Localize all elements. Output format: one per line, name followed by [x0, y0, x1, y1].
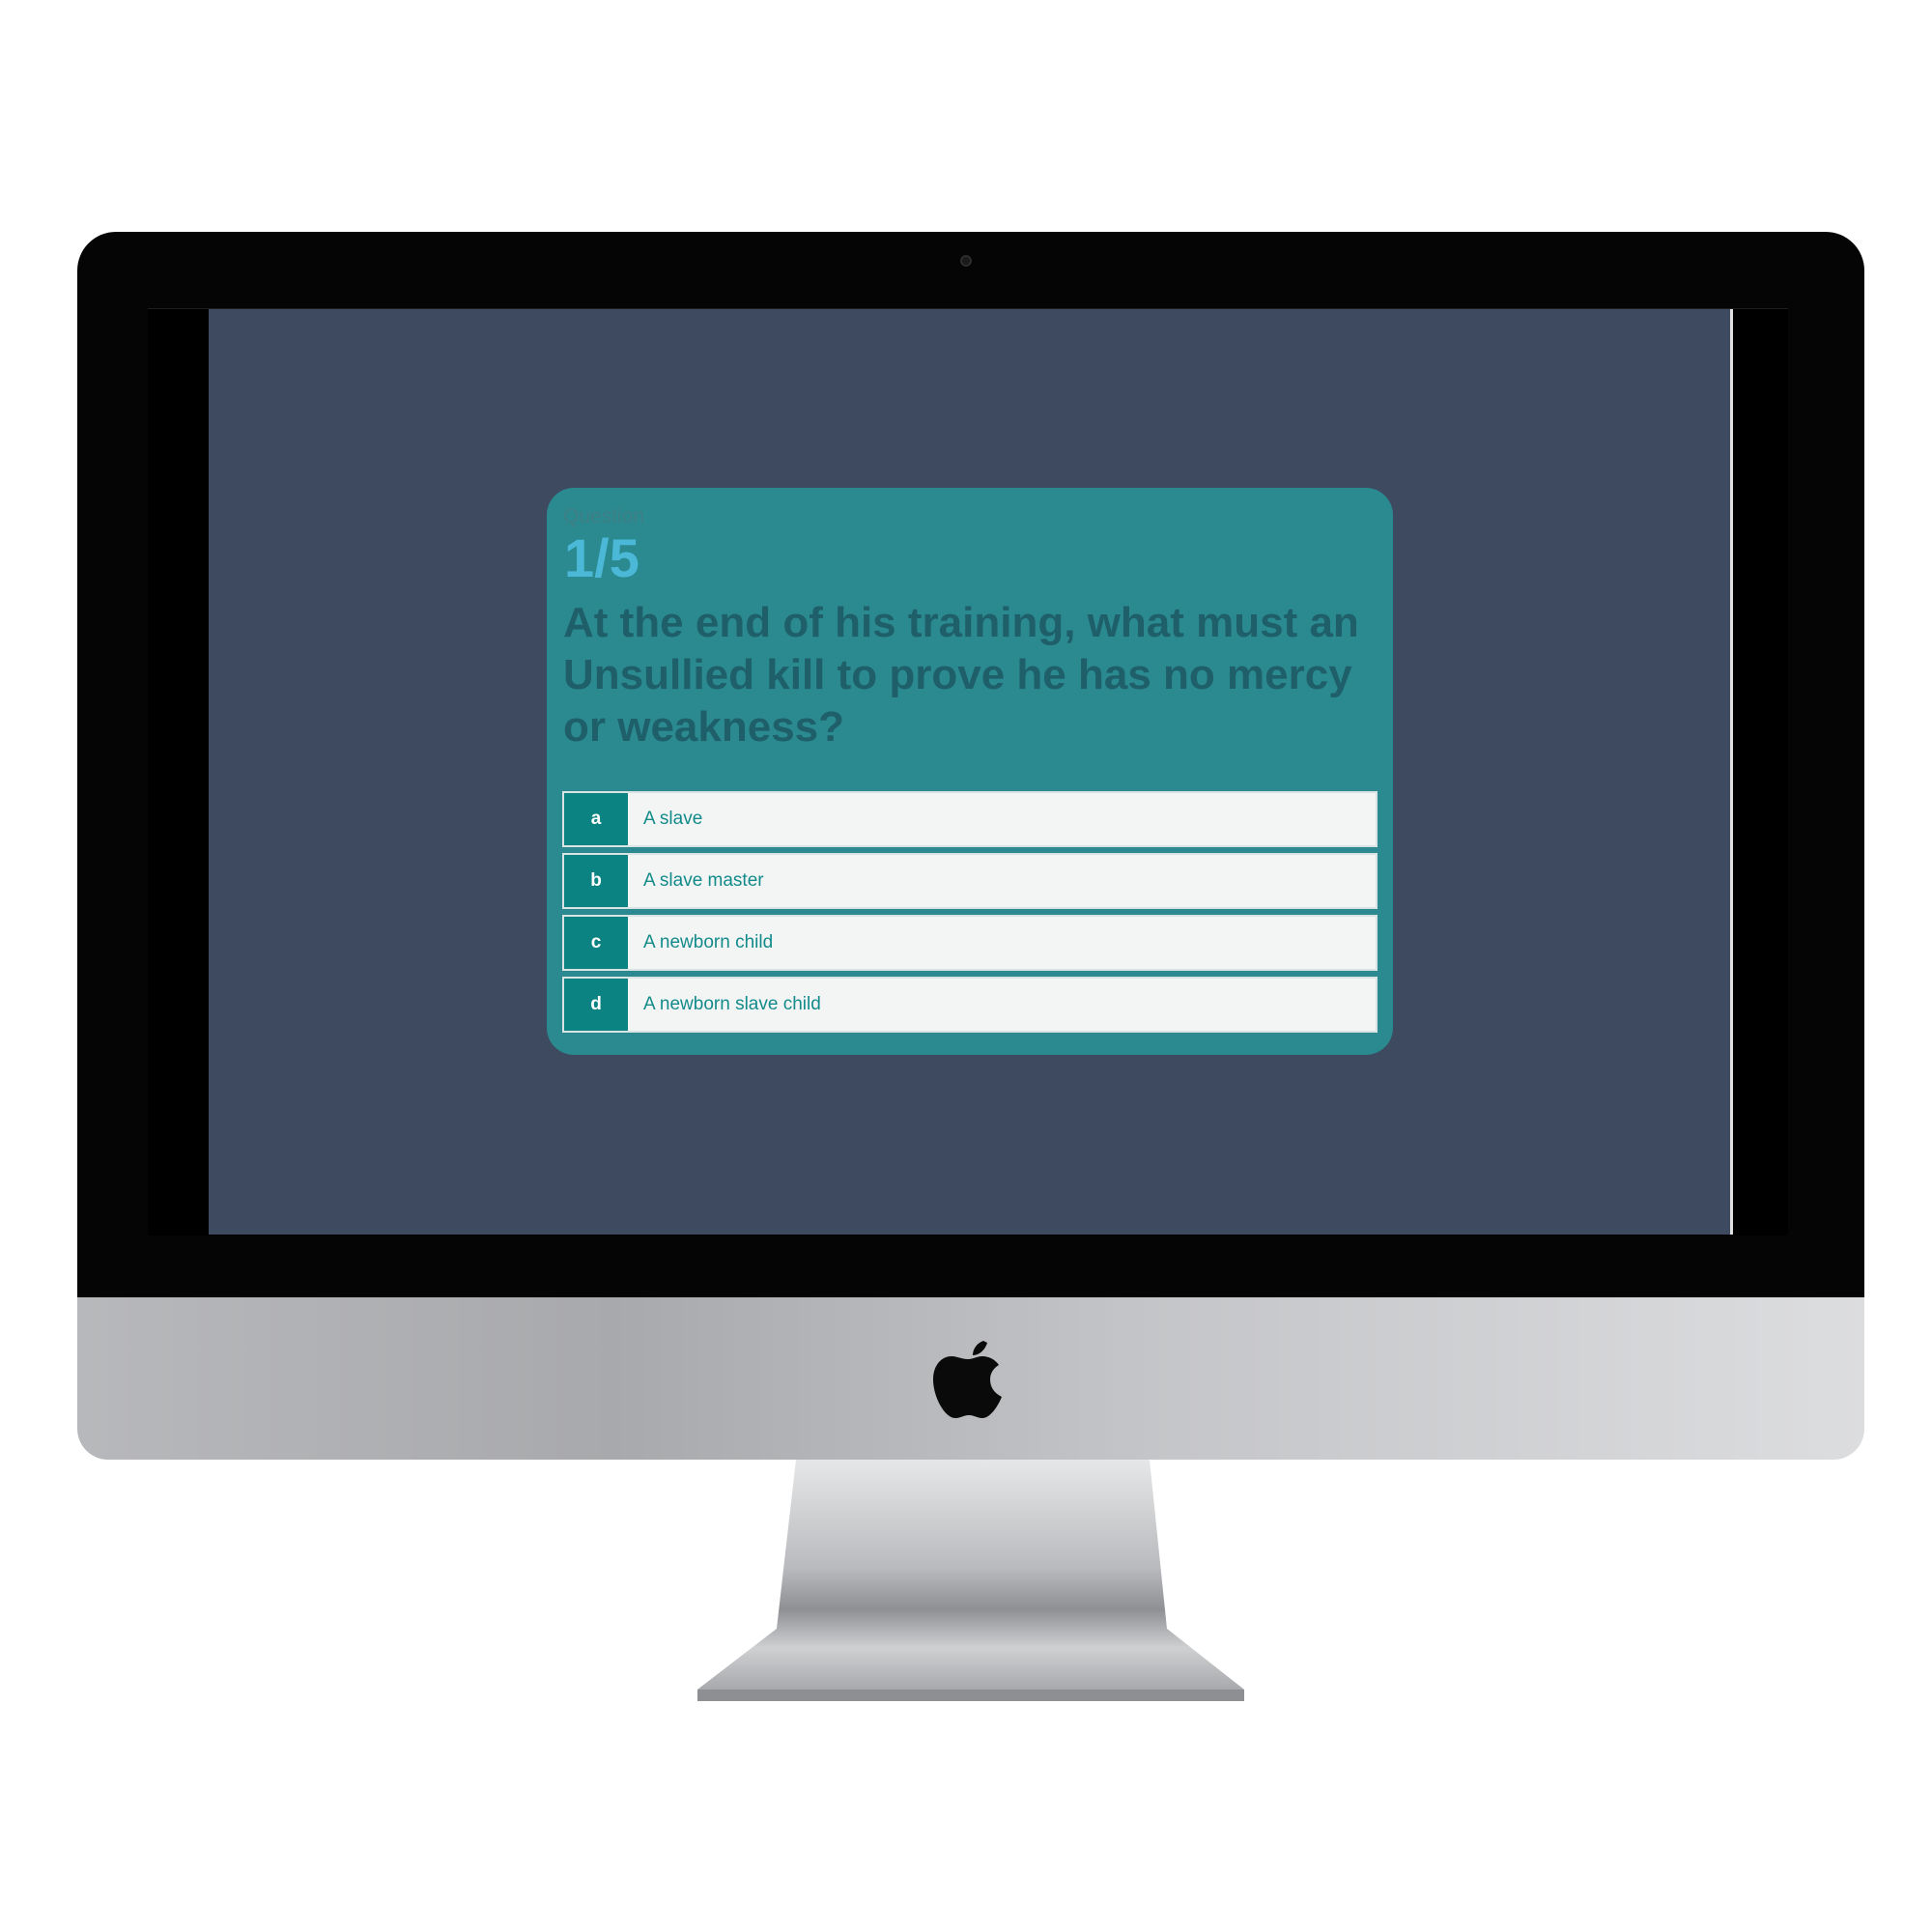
answer-text: A slave [643, 809, 703, 829]
question-text: At the end of his training, what must an… [563, 599, 1359, 751]
answer-key: a [564, 793, 628, 845]
question-label: Question [563, 505, 645, 527]
answer-option-c[interactable]: c A newborn child [562, 915, 1378, 971]
answer-text: A newborn child [643, 932, 774, 952]
apple-logo-icon [933, 1341, 1002, 1418]
answer-list: a A slave b A slave master c A newborn c… [562, 791, 1378, 1038]
answer-key: d [564, 979, 628, 1031]
answer-option-d[interactable]: d A newborn slave child [562, 977, 1378, 1033]
answer-option-a[interactable]: a A slave [562, 791, 1378, 847]
answer-option-b[interactable]: b A slave master [562, 853, 1378, 909]
monitor-mockup: Question 1/5 At the end of his training,… [0, 0, 1932, 1932]
answer-text: A newborn slave child [643, 994, 821, 1014]
answer-key: b [564, 855, 628, 907]
monitor-stand [697, 1460, 1244, 1701]
quiz-card: Question 1/5 At the end of his training,… [547, 488, 1393, 1055]
question-counter: 1/5 [564, 527, 639, 588]
answer-key: c [564, 917, 628, 969]
answer-text: A slave master [643, 870, 764, 891]
camera-icon [960, 255, 972, 267]
